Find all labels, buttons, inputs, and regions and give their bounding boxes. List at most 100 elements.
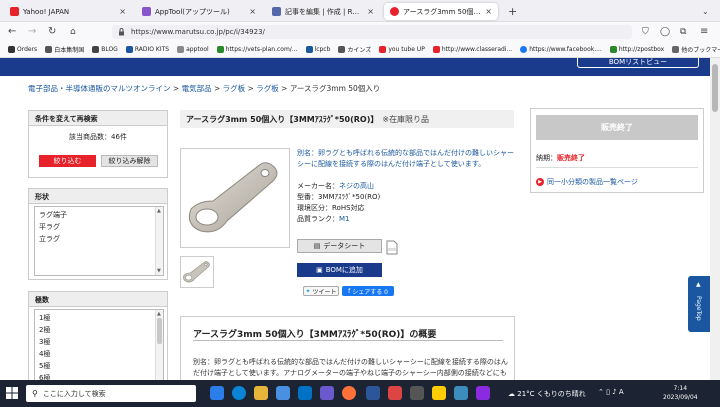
app-icon[interactable]	[454, 386, 468, 400]
scroll-thumb[interactable]	[157, 318, 162, 344]
page-scrollbar[interactable]	[710, 58, 720, 380]
word-icon[interactable]	[366, 386, 380, 400]
shape-select-list[interactable]: ラグ端子 平ラグ 立ラグ ▲ ▼	[34, 206, 164, 276]
address-bar[interactable]: https://www.marutsu.co.jp/pc/i/34923/	[112, 25, 632, 39]
new-tab-button[interactable]: +	[502, 3, 518, 20]
bookmark-item[interactable]: http://www.classeradi...	[432, 46, 512, 53]
menu-icon[interactable]: ≡	[700, 26, 708, 38]
reload-icon[interactable]: ↻	[48, 26, 56, 38]
breadcrumb-link[interactable]: ラグ板	[256, 84, 279, 93]
bookmark-item[interactable]: http://zpostbox	[609, 46, 664, 53]
breadcrumb-link[interactable]: 電子部品・半導体通販のマルツオンライン	[28, 84, 171, 93]
ime-icon[interactable]: A	[619, 388, 624, 396]
chevron-up-icon[interactable]: ⌃	[598, 388, 604, 396]
windows-taskbar: ⚲ ここに入力して検索 ☁ 21°C くもりのち晴れ ⌃ ▯ ♪ A 7:14 …	[0, 380, 720, 407]
volume-icon[interactable]: ♪	[612, 388, 616, 396]
page-top-button[interactable]: ▲ PageTop	[688, 276, 710, 332]
app-icon[interactable]	[320, 386, 334, 400]
edge-icon[interactable]	[232, 386, 246, 400]
account-icon[interactable]: ◯	[660, 26, 670, 38]
close-icon[interactable]: ×	[249, 7, 256, 16]
app-icon[interactable]	[476, 386, 490, 400]
poles-option[interactable]: 5極	[39, 360, 159, 372]
bookmark-item[interactable]: lcpcb	[305, 46, 331, 53]
apply-filter-button[interactable]: 絞り込む	[39, 155, 96, 167]
bookmark-item[interactable]: https://www.facebook....	[520, 46, 602, 53]
maker-link[interactable]: ネジの高山	[339, 182, 374, 190]
system-tray[interactable]: ⌃ ▯ ♪ A	[598, 388, 624, 396]
bookmark-item[interactable]: BLOG	[92, 46, 118, 53]
reset-filter-button[interactable]: 絞り込み解除	[101, 155, 158, 167]
tab-radio-kits[interactable]: 記事を編集 | 作成 | RADIO KITS ×	[266, 3, 380, 20]
facebook-share-button[interactable]: f シェアする 0	[342, 286, 394, 296]
shape-option[interactable]: 立ラグ	[39, 233, 159, 245]
tab-yahoo[interactable]: Yahoo! JAPAN ×	[4, 3, 132, 20]
tweet-button[interactable]: ✦ ツイート	[303, 286, 339, 296]
bookmark-label: lcpcb	[314, 46, 331, 53]
mail-icon[interactable]	[298, 386, 312, 400]
bookmark-favicon-icon	[609, 46, 617, 53]
windows-start-icon[interactable]	[6, 387, 18, 399]
other-bookmarks[interactable]: 他のブックマーク	[672, 45, 720, 54]
breadcrumb-link[interactable]: ラグ板	[223, 84, 246, 93]
poles-list-scrollbar[interactable]: ▲	[155, 310, 163, 380]
bom-list-view-button[interactable]: BOMリストビュー	[577, 58, 699, 68]
breadcrumb-link[interactable]: 電気部品	[182, 84, 212, 93]
quality-rank-link[interactable]: M1	[339, 215, 350, 223]
poles-option[interactable]: 2極	[39, 324, 159, 336]
shield-icon[interactable]: ⛉	[642, 26, 649, 38]
tab-apptool[interactable]: AppTool(アップツール) ×	[136, 3, 262, 20]
product-thumbnail[interactable]	[180, 256, 214, 288]
scroll-down-icon[interactable]: ▼	[157, 268, 161, 274]
product-title-bar: アースラグ3mm 50個入り【3MMｱｽﾗｸﾞ*50(RO)】 ※在庫限り品	[180, 110, 514, 128]
app-icon[interactable]	[432, 386, 446, 400]
shape-option[interactable]: 平ラグ	[39, 221, 159, 233]
bookmark-item[interactable]: Orders	[8, 46, 37, 53]
divider	[193, 340, 503, 341]
tab-list-icon[interactable]: ⌄	[696, 3, 714, 20]
store-icon[interactable]	[276, 386, 290, 400]
scroll-thumb[interactable]	[712, 64, 718, 112]
home-icon[interactable]: ⌂	[70, 26, 76, 38]
task-view-icon[interactable]	[210, 386, 224, 400]
bookmark-item[interactable]: 白本集制国	[45, 45, 84, 54]
taskbar-clock[interactable]: 7:14 2023/09/04	[663, 384, 698, 402]
close-icon[interactable]: ×	[119, 7, 126, 16]
poles-option[interactable]: 6極	[39, 372, 159, 380]
close-icon[interactable]: ×	[367, 7, 374, 16]
poles-option[interactable]: 4極	[39, 348, 159, 360]
shape-list-scrollbar[interactable]: ▲ ▼	[155, 207, 163, 275]
close-icon[interactable]: ×	[485, 7, 492, 16]
shape-option[interactable]: ラグ端子	[39, 209, 159, 221]
forward-arrow-icon[interactable]: →	[28, 26, 36, 38]
taskbar-search-input[interactable]: ⚲ ここに入力して検索	[26, 385, 196, 402]
poles-option[interactable]: 3極	[39, 336, 159, 348]
scroll-up-icon[interactable]: ▲	[157, 208, 161, 214]
tab-marutsu-product[interactable]: アースラグ3mm 50個入り 3MM7ｽﾗｸﾞ ×	[384, 3, 498, 20]
scroll-up-icon[interactable]: ▲	[157, 311, 161, 317]
app-icon[interactable]	[410, 386, 424, 400]
product-main-image[interactable]	[180, 148, 290, 248]
pdf-icon[interactable]	[386, 240, 398, 255]
add-to-bom-button[interactable]: ▣ BOMに追加	[297, 263, 382, 277]
same-category-link[interactable]: ▶ 同一小分類の製品一覧ページ	[536, 177, 638, 187]
bookmark-item[interactable]: you tube UP	[379, 46, 425, 53]
back-arrow-icon[interactable]: ←	[8, 26, 16, 38]
weather-widget[interactable]: ☁ 21°C くもりのち晴れ	[508, 389, 586, 399]
bookmark-item[interactable]: https://vets-plan.com/...	[216, 46, 298, 53]
file-explorer-icon[interactable]	[254, 386, 268, 400]
extensions-icon[interactable]: ⧉	[680, 26, 686, 38]
datasheet-label: データシート	[323, 242, 366, 250]
datasheet-button[interactable]: ▤ データシート	[297, 239, 382, 253]
poles-option[interactable]: 1極	[39, 312, 159, 324]
poles-select-list[interactable]: 1極 2極 3極 4極 5極 6極 ▲	[34, 309, 164, 380]
bookmark-item[interactable]: RADIO KITS	[125, 46, 170, 53]
bookmark-item[interactable]: apptool	[177, 46, 209, 53]
spec-label: メーカー名：	[297, 182, 339, 190]
radiokits-favicon-icon	[272, 7, 281, 16]
firefox-icon[interactable]	[342, 386, 356, 400]
app-icon[interactable]	[388, 386, 402, 400]
bookmark-item[interactable]: カインズ	[338, 45, 371, 54]
network-icon[interactable]: ▯	[606, 388, 610, 396]
bookmark-label: RADIO KITS	[134, 46, 170, 53]
